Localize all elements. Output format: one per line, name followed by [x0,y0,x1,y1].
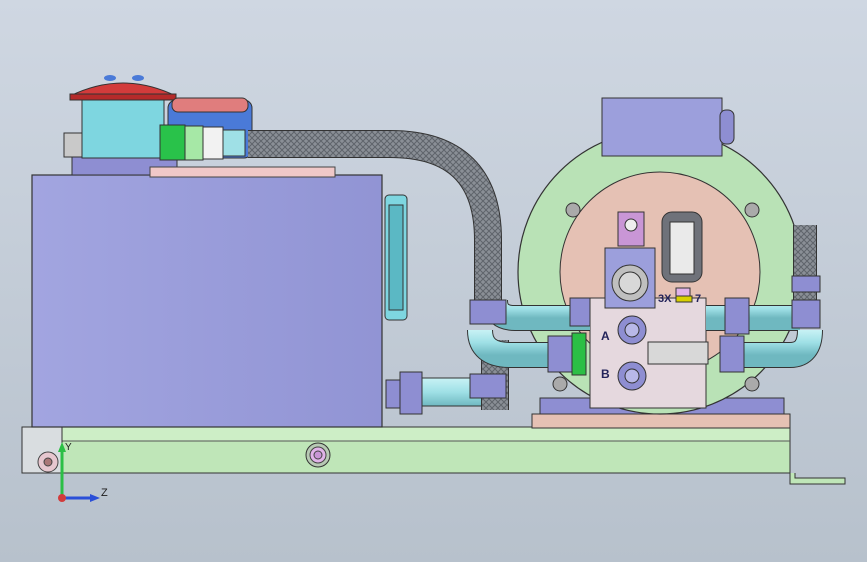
caster-wheel [37,451,59,473]
port-label-b: B [601,367,610,381]
oil-tank[interactable] [31,156,383,428]
triad-y-label: Y [65,442,72,453]
level-gauge [384,194,408,321]
suction-pipe[interactable] [385,371,483,415]
port-label-a: A [601,329,610,343]
filler-breather-cap[interactable] [63,75,177,159]
return-filter[interactable] [159,97,253,161]
cad-viewport[interactable]: A B 3X 7 Y Z [0,0,867,562]
valve-cartridge-b[interactable] [617,361,647,391]
motor-terminal-box[interactable] [601,97,735,157]
base-rail[interactable] [21,426,846,485]
valve-cartridge-a[interactable] [617,315,647,345]
valve-spool [647,341,709,365]
port-label-3x: 3X [658,293,672,305]
port-label-7: 7 [695,293,701,305]
triad-z-label: Z [101,487,108,499]
base-mount-bolt [305,442,331,468]
